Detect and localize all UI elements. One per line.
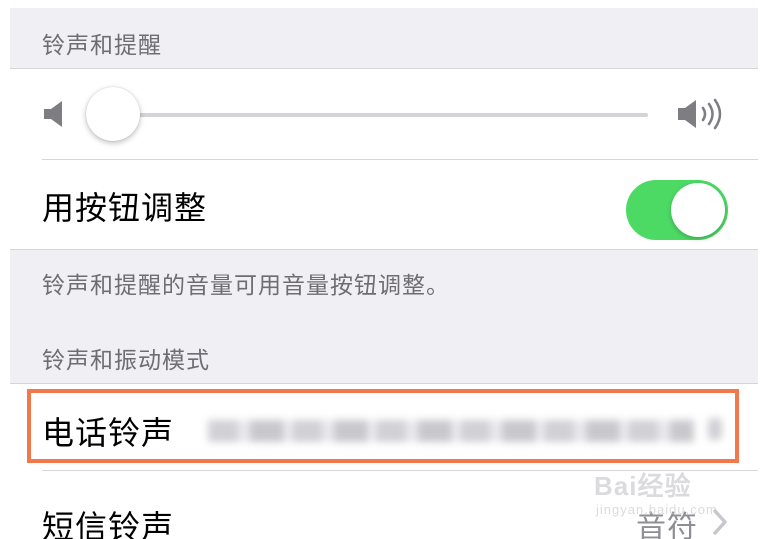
speaker-high-icon: [678, 98, 722, 130]
ringer-group: 用按钮调整: [10, 68, 758, 250]
ringer-footer-note: 铃声和提醒的音量可用音量按钮调整。: [42, 273, 450, 299]
text-tone-label: 短信铃声: [42, 508, 175, 539]
baidu-jingyan-watermark: Bai经验 jingyan.baidu.com: [586, 458, 758, 522]
watermark-logo-text: Bai经验: [594, 471, 692, 501]
ringer-section-header-text: 铃声和提醒: [42, 33, 162, 59]
change-with-buttons-row[interactable]: 用按钮调整: [10, 159, 758, 249]
ringtone-highlight-box: [27, 389, 739, 463]
ringer-volume-row: [10, 69, 758, 159]
watermark-url-text: jingyan.baidu.com: [596, 502, 718, 517]
toggle-knob: [671, 183, 725, 237]
ringer-volume-slider-thumb[interactable]: [85, 87, 140, 141]
patterns-section-header-text: 铃声和振动模式: [42, 348, 210, 374]
ringer-volume-slider[interactable]: [102, 113, 648, 117]
change-with-buttons-toggle[interactable]: [626, 180, 728, 240]
speaker-low-icon: [44, 101, 62, 127]
change-with-buttons-label: 用按钮调整: [42, 189, 208, 227]
